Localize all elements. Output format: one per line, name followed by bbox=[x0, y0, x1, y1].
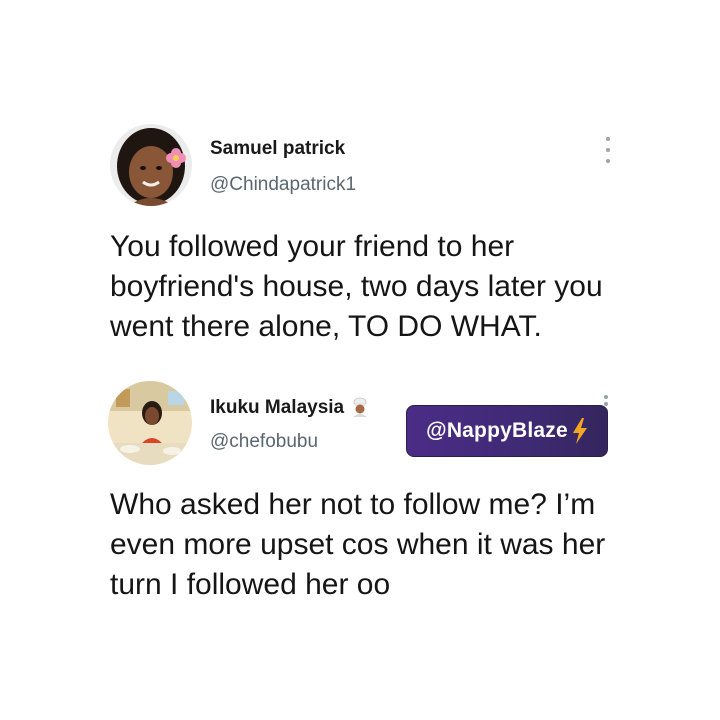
nappyblaze-watermark: @NappyBlaze bbox=[406, 405, 608, 457]
lightning-bolt-icon bbox=[572, 418, 587, 444]
user-handle[interactable]: @Chindapatrick1 bbox=[210, 174, 356, 196]
display-name[interactable]: Ikuku Malaysia bbox=[210, 397, 344, 419]
profile-photo-woman-with-flower-icon bbox=[110, 124, 192, 206]
display-name[interactable]: Samuel patrick bbox=[210, 138, 345, 160]
user-handle[interactable]: @chefobubu bbox=[210, 431, 318, 453]
profile-photo-woman-in-kitchen-icon bbox=[108, 381, 192, 465]
avatar[interactable] bbox=[110, 124, 192, 206]
tweet-text: You followed your friend to her boyfrien… bbox=[110, 230, 603, 343]
more-vertical-icon[interactable] bbox=[604, 137, 612, 163]
watermark-text: @NappyBlaze bbox=[426, 419, 568, 442]
tweet-2: Ikuku Malaysia @chefobubu Who asked her … bbox=[0, 360, 720, 720]
tweet-1: Samuel patrick @Chindapatrick1 You follo… bbox=[0, 0, 720, 360]
avatar[interactable] bbox=[108, 381, 192, 465]
chef-emoji-icon bbox=[353, 397, 367, 417]
tweet-text: Who asked her not to follow me? I’m even… bbox=[110, 488, 606, 601]
